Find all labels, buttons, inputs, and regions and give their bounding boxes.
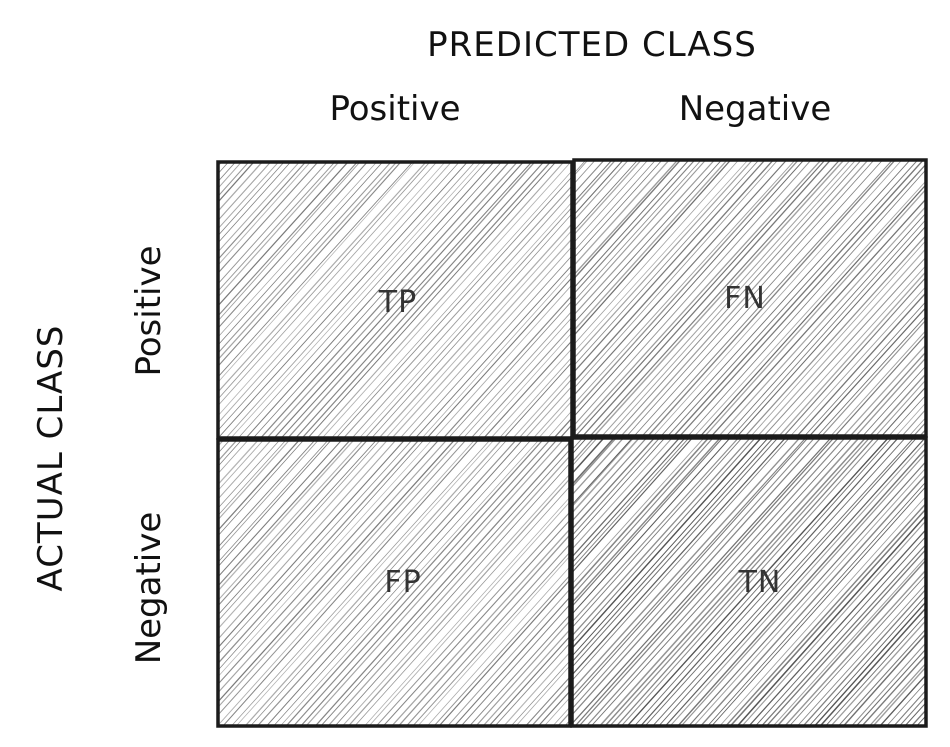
hatch-line [929,156,950,440]
hatch-line [218,440,301,532]
tn-cell-label: TN [738,565,782,600]
hatch-line [245,162,495,438]
hatch-line [510,660,570,726]
tp-cell-hatching [218,162,572,438]
hatch-line [593,160,845,436]
hatch-line [327,454,570,726]
hatch-line [218,162,336,292]
hatch-line [218,440,406,649]
hatch-line [942,434,950,730]
hatch-line [574,160,723,324]
hatch-line [687,169,926,436]
hatch-line [572,438,595,464]
fp-cell-label: FP [384,565,421,600]
hatch-line [572,438,769,657]
hatch-line [414,264,572,438]
hatch-line [475,619,570,726]
hatch-line [407,255,572,438]
predicted-label-negative: Negative [679,89,832,129]
hatch-line [578,438,840,726]
hatch-line [574,160,740,345]
hatch-line [235,440,495,726]
hatch-line [942,156,950,440]
hatch-line [574,160,749,353]
hatch-line [433,574,570,726]
hatch-line [874,378,926,436]
predicted-label-positive: Positive [329,89,460,129]
hatch-line [574,160,649,243]
hatch-line [572,438,598,467]
hatch-line [218,162,319,274]
actual-class-title: ACTUAL CLASS [31,325,71,592]
hatch-line [930,434,950,730]
hatch-line [218,440,343,578]
actual-label-positive: Positive [129,245,169,376]
hatch-line [572,438,832,725]
hatch-line [218,162,307,261]
hatch-line [861,654,926,726]
hatch-line [808,595,926,726]
hatch-line [938,434,950,730]
hatch-line [572,438,724,608]
fn-cell-label: FN [724,281,766,316]
hatch-line [218,440,351,587]
hatch-line [599,436,864,730]
tp-cell-label: TP [378,285,417,320]
hatch-line [456,310,572,438]
hatch-line [604,438,867,726]
hatch-line [218,440,316,548]
confusion-matrix-diagram: PREDICTED CLASS Positive Negative ACTUAL… [31,25,950,730]
hatch-line [218,440,329,563]
hatch-line [218,162,312,266]
hatch-line [574,160,754,360]
hatch-line [574,160,826,436]
hatch-line [744,234,926,436]
predicted-class-title: PREDICTED CLASS [427,25,757,65]
hatch-line [872,665,926,726]
hatch-line [937,156,950,440]
hatch-line [849,350,926,436]
actual-label-negative: Negative [129,512,169,665]
hatch-line [488,635,570,726]
hatch-line [218,162,384,346]
hatch-line [574,160,682,280]
hatch-line [582,160,832,436]
hatch-line [244,440,503,726]
hatch-line [218,440,332,568]
hatch-line [572,438,584,451]
hatch-line [572,438,756,644]
hatch-line [916,715,926,726]
hatch-line [574,160,707,309]
hatch-line [218,162,340,298]
hatch-line [218,162,301,253]
hatch-line [218,162,328,285]
hatch-line [572,438,822,716]
hatch-line [652,438,915,726]
hatch-line [760,543,926,726]
hatch-line [218,162,460,431]
hatch-line [335,176,572,438]
hatch-line [924,434,950,730]
hatch-line [218,440,420,665]
hatch-line [821,319,926,436]
hatch-line [321,162,572,438]
hatch-line [824,614,926,726]
